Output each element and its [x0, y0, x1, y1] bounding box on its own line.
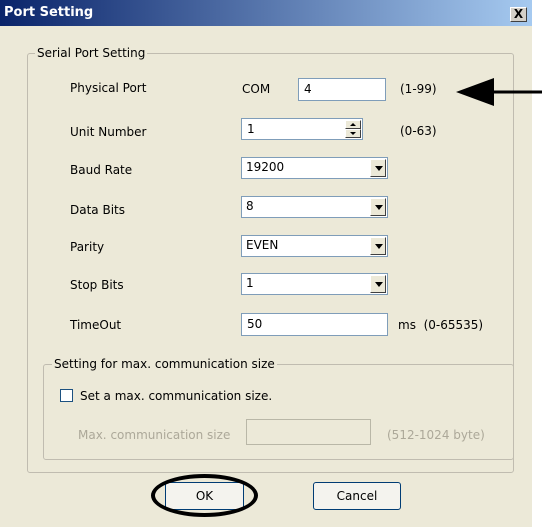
max-size-input[interactable]: [246, 419, 371, 445]
chevron-down-icon[interactable]: [370, 275, 386, 293]
close-button[interactable]: X: [510, 7, 527, 22]
max-size-checkbox-label[interactable]: Set a max. communication size.: [80, 389, 272, 403]
timeout-input[interactable]: 50: [241, 313, 388, 336]
parity-select[interactable]: EVEN: [241, 235, 388, 257]
baud-rate-label: Baud Rate: [70, 163, 133, 177]
unit-number-label: Unit Number: [70, 125, 147, 139]
chevron-down-icon[interactable]: [370, 198, 386, 216]
physical-port-range: (1-99): [400, 82, 437, 96]
max-size-groupbox: [43, 364, 514, 460]
data-bits-select[interactable]: 8: [241, 196, 388, 218]
parity-value: EVEN: [246, 238, 279, 252]
timeout-range: ms (0-65535): [398, 318, 484, 332]
stop-bits-label: Stop Bits: [70, 278, 124, 292]
chevron-down-icon[interactable]: [370, 159, 386, 177]
stop-bits-select[interactable]: 1: [241, 273, 388, 295]
pointer-arrow-icon: [456, 78, 542, 106]
timeout-label: TimeOut: [70, 318, 122, 332]
max-size-range: (512-1024 byte): [387, 428, 485, 442]
serial-port-legend: Serial Port Setting: [35, 46, 148, 60]
highlight-ellipse: [151, 474, 258, 517]
physical-port-label: Physical Port: [70, 81, 147, 95]
max-size-label: Max. communication size: [78, 428, 231, 442]
unit-number-stepper[interactable]: 1: [241, 118, 363, 140]
baud-rate-value: 19200: [246, 160, 285, 174]
title-bar[interactable]: Port Setting X: [0, 0, 532, 26]
window-title: Port Setting: [4, 5, 94, 20]
physical-port-input[interactable]: 4: [298, 78, 386, 101]
baud-rate-select[interactable]: 19200: [241, 157, 388, 179]
unit-number-value: 1: [247, 122, 255, 136]
spin-down-arrow-icon[interactable]: [345, 129, 361, 138]
stop-bits-value: 1: [246, 276, 254, 290]
port-setting-dialog: Port Setting X Serial Port Setting Physi…: [0, 0, 532, 527]
unit-number-range: (0-63): [400, 124, 437, 138]
cancel-button[interactable]: Cancel: [313, 482, 401, 510]
data-bits-value: 8: [246, 199, 254, 213]
spin-up-arrow-icon[interactable]: [345, 120, 361, 129]
data-bits-label: Data Bits: [70, 203, 125, 217]
parity-label: Parity: [70, 240, 105, 254]
max-size-legend: Setting for max. communication size: [52, 357, 277, 371]
max-size-checkbox[interactable]: [60, 389, 73, 402]
chevron-down-icon[interactable]: [370, 237, 386, 255]
com-prefix-label: COM: [242, 82, 271, 96]
